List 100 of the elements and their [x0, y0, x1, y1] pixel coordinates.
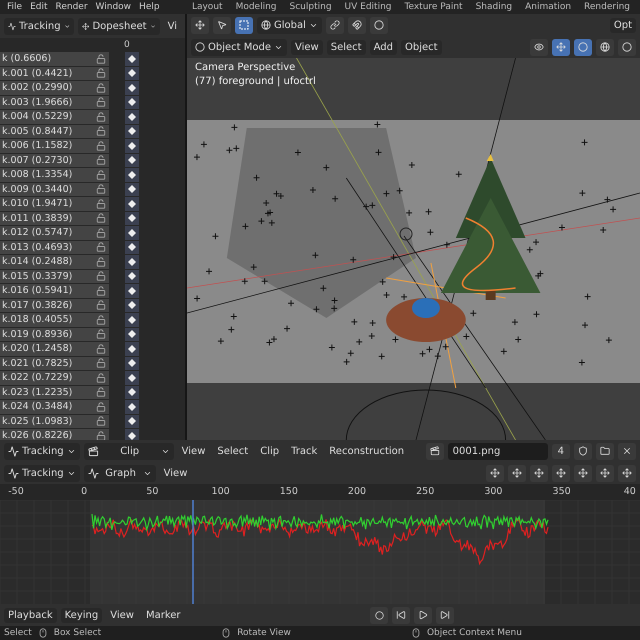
- menu-item[interactable]: Select: [326, 40, 366, 54]
- graph-tool-button[interactable]: [508, 464, 526, 482]
- channel-row[interactable]: k.002 (0.2990): [0, 81, 109, 94]
- graph-tool-button[interactable]: [574, 464, 592, 482]
- globe-icon: [600, 42, 610, 52]
- gizmo-button[interactable]: [552, 38, 570, 56]
- workspace-tab[interactable]: Sculpting: [284, 2, 338, 12]
- select-box-button[interactable]: [235, 16, 253, 34]
- menu-item[interactable]: Edit: [27, 2, 50, 12]
- graph-tool-button[interactable]: [530, 464, 548, 482]
- channel-row[interactable]: k.004 (0.5229): [0, 110, 109, 124]
- channel-row[interactable]: k.014 (0.2488): [0, 255, 109, 268]
- editor-dropdown[interactable]: Tracking: [4, 442, 80, 460]
- menu-item[interactable]: View: [178, 444, 210, 458]
- orientation-dropdown[interactable]: Global: [257, 16, 322, 34]
- clip-name-field[interactable]: 0001.png: [448, 442, 548, 460]
- menu-item[interactable]: Clip: [256, 444, 284, 458]
- frame-tick-label: 0: [81, 486, 88, 497]
- menu-item[interactable]: Window: [92, 2, 134, 12]
- workspace-tab[interactable]: Rendering: [578, 2, 636, 12]
- fake-user-button[interactable]: [574, 442, 592, 460]
- workspace-tab[interactable]: Animation: [519, 2, 578, 12]
- channel-row[interactable]: k.024 (0.3484): [0, 400, 109, 414]
- menu-item[interactable]: Object: [400, 40, 442, 54]
- user-count: 4: [552, 444, 570, 458]
- channel-row[interactable]: k.006 (1.1582): [0, 139, 109, 152]
- view-menu[interactable]: Vi: [164, 18, 181, 34]
- channel-row[interactable]: k.026 (0.8226): [0, 429, 109, 440]
- close-button[interactable]: [618, 442, 636, 460]
- channel-row[interactable]: k.017 (0.3826): [0, 298, 109, 312]
- channel-row[interactable]: k.023 (1.2235): [0, 386, 109, 399]
- view-dropdown[interactable]: Graph: [84, 464, 156, 482]
- menu-item[interactable]: Track: [287, 444, 322, 458]
- overlay-button[interactable]: [574, 38, 592, 56]
- workspace-tab[interactable]: Shading: [470, 2, 518, 12]
- channel-row[interactable]: k.012 (0.5747): [0, 226, 109, 240]
- proportional-button[interactable]: [370, 16, 388, 34]
- channel-row[interactable]: k.011 (0.3839): [0, 212, 109, 225]
- record-button[interactable]: [370, 606, 388, 624]
- graph-icon: [88, 468, 99, 478]
- editor-dropdown[interactable]: Tracking: [4, 464, 80, 482]
- mode-dropdown[interactable]: Object Mode: [191, 38, 287, 56]
- workspace-tab[interactable]: Modeling: [230, 2, 283, 12]
- graph-tool-button[interactable]: [552, 464, 570, 482]
- channel-row[interactable]: k.007 (0.2730): [0, 154, 109, 167]
- menu-item[interactable]: View: [106, 608, 138, 622]
- editor-dropdown[interactable]: Tracking: [4, 18, 74, 34]
- menu-item[interactable]: View: [291, 40, 323, 54]
- jump-end-button[interactable]: [436, 606, 454, 624]
- channel-row[interactable]: k.018 (0.4055): [0, 313, 109, 326]
- graph-tool-button[interactable]: [618, 464, 636, 482]
- menu-item[interactable]: Add: [370, 40, 397, 54]
- jump-start-button[interactable]: [392, 606, 410, 624]
- workspace-tab[interactable]: UV Editing: [338, 2, 398, 12]
- channel-row[interactable]: k.025 (1.0983): [0, 414, 109, 428]
- menu-item[interactable]: Render: [52, 2, 91, 12]
- menu-item[interactable]: File: [4, 2, 26, 12]
- options-menu[interactable]: Opt: [610, 18, 636, 32]
- menu-item[interactable]: View: [160, 466, 192, 480]
- menu-item[interactable]: Marker: [142, 608, 185, 622]
- snap-button[interactable]: [348, 16, 366, 34]
- transform-pivot-button[interactable]: [191, 16, 209, 34]
- menu-item[interactable]: Help: [136, 2, 163, 12]
- play-button[interactable]: [414, 606, 432, 624]
- channel-row[interactable]: k.016 (0.5941): [0, 284, 109, 298]
- channel-row[interactable]: k.020 (1.2458): [0, 342, 109, 356]
- editor-type-icon: [8, 468, 19, 478]
- pivot-button[interactable]: [326, 16, 344, 34]
- menu-item[interactable]: Select: [213, 444, 252, 458]
- channel-row[interactable]: k.001 (0.4421): [0, 66, 109, 80]
- channel-row[interactable]: k.015 (0.3379): [0, 270, 109, 283]
- channel-row[interactable]: k.021 (0.7825): [0, 356, 109, 370]
- channel-row[interactable]: k.019 (0.8936): [0, 328, 109, 341]
- graph-tool-button[interactable]: [486, 464, 504, 482]
- mode-dropdown[interactable]: Dopesheet: [78, 18, 160, 34]
- graph-tool-button[interactable]: [596, 464, 614, 482]
- solid-button[interactable]: [618, 38, 636, 56]
- menu-item[interactable]: Playback: [4, 608, 57, 622]
- clip-browse-button[interactable]: [426, 442, 444, 460]
- channel-row[interactable]: k (0.6606): [0, 52, 109, 66]
- wireframe-button[interactable]: [596, 38, 614, 56]
- mouse-icon: [410, 628, 421, 638]
- open-button[interactable]: [596, 442, 614, 460]
- channel-row[interactable]: k.005 (0.8447): [0, 124, 109, 138]
- channel-row[interactable]: k.009 (0.3440): [0, 182, 109, 196]
- visibility-button[interactable]: [530, 38, 548, 56]
- status-hint: Box Select: [54, 628, 102, 638]
- workspace-tab[interactable]: Texture Paint: [398, 2, 469, 12]
- menu-item[interactable]: Reconstruction: [325, 444, 408, 458]
- channel-row[interactable]: k.013 (0.4693): [0, 240, 109, 254]
- workspace-tab[interactable]: Layout: [186, 2, 229, 12]
- select-tool-button[interactable]: [213, 16, 231, 34]
- channel-row[interactable]: k.022 (0.7229): [0, 371, 109, 384]
- menu-item[interactable]: Keying: [60, 608, 102, 622]
- channel-row[interactable]: k.008 (1.3354): [0, 168, 109, 182]
- channel-row[interactable]: k.010 (1.9471): [0, 197, 109, 210]
- mode-dropdown[interactable]: Clip: [84, 442, 174, 460]
- mouse-icon: [221, 628, 232, 638]
- channel-row[interactable]: k.003 (1.9666): [0, 96, 109, 109]
- eye-icon: [534, 42, 544, 52]
